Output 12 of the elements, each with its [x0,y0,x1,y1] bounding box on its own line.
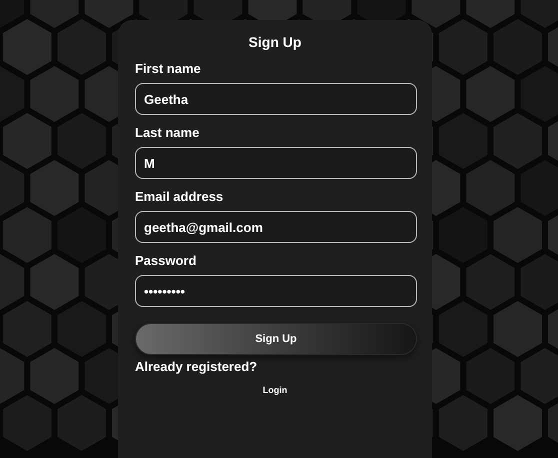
form-title: Sign Up [248,34,302,52]
signup-button[interactable]: Sign Up [135,323,417,355]
input-field[interactable]: M [135,147,417,179]
input-field[interactable]: Geetha [135,83,417,115]
login-link[interactable]: Login [262,385,288,395]
field-label: Last name [135,124,200,142]
input-field[interactable]: ••••••••• [135,275,417,307]
field-label: Email address [135,188,224,206]
input-field[interactable]: geetha@gmail.com [135,211,417,243]
field-label: First name [135,60,202,78]
field-label: Password [135,252,198,270]
already-registered-text: Already registered? [135,359,258,376]
